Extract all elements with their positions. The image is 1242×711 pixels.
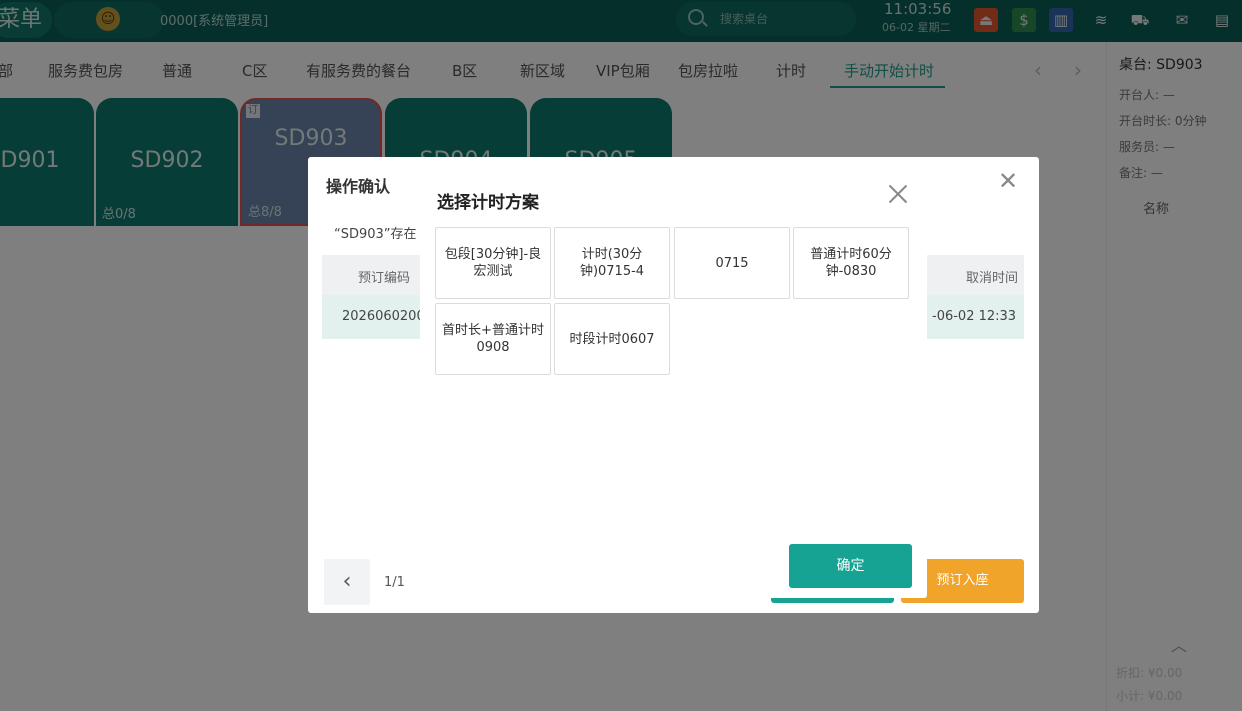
dialog-title: 选择计时方案 <box>437 193 539 213</box>
timing-scheme-option[interactable]: 时段计时0607 <box>554 303 670 375</box>
timing-scheme-option[interactable]: 0715 <box>674 227 790 299</box>
timing-scheme-option[interactable]: 普通计时60分钟-0830 <box>793 227 909 299</box>
timing-scheme-option[interactable]: 首时长+普通计时0908 <box>435 303 551 375</box>
close-icon[interactable] <box>886 182 910 206</box>
confirm-button[interactable]: 确定 <box>789 544 912 588</box>
timing-scheme-option[interactable]: 计时(30分钟)0715-4 <box>554 227 670 299</box>
timing-scheme-option[interactable]: 包段[30分钟]-良宏测试 <box>435 227 551 299</box>
timing-scheme-dialog: 选择计时方案 包段[30分钟]-良宏测试 计时(30分钟)0715-4 0715… <box>420 172 927 598</box>
